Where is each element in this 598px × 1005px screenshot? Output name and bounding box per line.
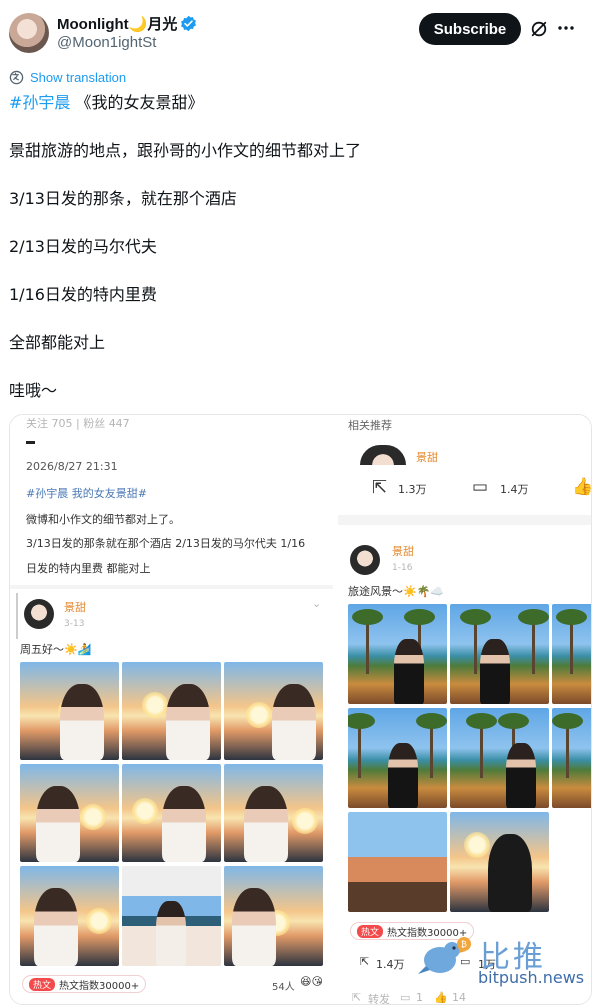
bottom-like-count: 14: [452, 991, 466, 1004]
photo-tile[interactable]: [122, 764, 221, 862]
bottom-comment-count: 1: [416, 991, 423, 1004]
photo-tile[interactable]: [224, 662, 323, 760]
post-caption: 旅途风景～☀️🌴☁️: [348, 585, 445, 598]
post-hashtags[interactable]: #孙宇晨 我的女友景甜#: [26, 485, 147, 501]
photo-tile[interactable]: [122, 662, 221, 760]
comment-icon[interactable]: ▭: [472, 477, 488, 497]
post-date: 1-16: [392, 563, 413, 573]
follow-stats: 关注 705 | 粉丝 447: [26, 417, 130, 430]
tweet-line: 2/13日发的马尔代夫: [9, 237, 157, 256]
stat-1: 1.4万: [376, 958, 405, 971]
bottom-repost-label: 转发: [368, 993, 390, 1005]
photo-tile[interactable]: [20, 764, 119, 862]
author-display-name[interactable]: Moonlight🌙月光: [57, 13, 197, 34]
tweet-line: 景甜旅游的地点，跟孙哥的小作文的细节都对上了: [9, 141, 362, 160]
tweet-line: 1/16日发的特内里费: [9, 285, 157, 304]
post-body-3: 日发的特内里费 都能对上: [26, 562, 151, 575]
share-icon[interactable]: ⇱: [360, 955, 369, 968]
weibo-post-card: 关注 705 | 粉丝 447 2026/8/27 21:31 #孙宇晨 我的女…: [10, 415, 333, 585]
photo-tile[interactable]: [224, 764, 323, 862]
media-image-left[interactable]: 关注 705 | 粉丝 447 2026/8/27 21:31 #孙宇晨 我的女…: [10, 415, 333, 1004]
photo-tile[interactable]: [122, 866, 221, 966]
repost-username[interactable]: 景甜: [64, 599, 86, 615]
like-icon[interactable]: 👍: [434, 991, 448, 1004]
photo-tile[interactable]: [552, 604, 591, 704]
hot-post-badge: 热文 热文指数30000+: [22, 975, 147, 993]
subscribe-button[interactable]: Subscribe: [419, 13, 521, 45]
photo-tile[interactable]: [348, 708, 447, 808]
username[interactable]: 景甜: [392, 543, 414, 559]
recommend-username[interactable]: 景甜: [416, 449, 438, 465]
photo-tile[interactable]: [450, 604, 549, 704]
more-options-icon[interactable]: [556, 18, 576, 38]
likes-count: 54人: [272, 982, 295, 993]
tweet-title-line: #孙宇晨 《我的女友景甜》: [9, 92, 204, 114]
photo-tile[interactable]: [450, 708, 549, 808]
quote-bar: [16, 593, 18, 639]
recommend-header: 相关推荐: [348, 419, 392, 432]
share-count: 1.3万: [398, 483, 427, 496]
grok-icon[interactable]: [530, 20, 548, 38]
post-body-1: 微博和小作文的细节都对上了。: [26, 513, 180, 526]
photo-tile[interactable]: [552, 708, 591, 808]
bitpush-watermark: ₿ 比推 bitpush.news: [418, 930, 598, 992]
svg-text:₿: ₿: [461, 940, 467, 949]
author-avatar[interactable]: [9, 13, 49, 53]
show-translation-link[interactable]: Show translation: [9, 70, 126, 85]
tweet-line: 哇哦～: [9, 381, 58, 400]
repost-avatar[interactable]: [24, 599, 54, 629]
watermark-en: bitpush.news: [478, 968, 585, 987]
verified-badge-icon: [181, 15, 197, 32]
photo-tile[interactable]: [224, 866, 323, 966]
badge-text: 热文指数30000+: [59, 980, 140, 992]
user-avatar[interactable]: [350, 545, 380, 575]
hashtag-link[interactable]: #孙宇晨: [9, 93, 70, 112]
media-image-right[interactable]: 相关推荐 景甜 ⇱ 1.3万 ▭ 1.4万 👍 景甜 1-16 旅途风景～☀️🌴…: [338, 415, 591, 1005]
tweet-title: 《我的女友景甜》: [75, 93, 204, 112]
recommend-avatar[interactable]: [360, 445, 406, 465]
translate-icon: [9, 70, 24, 85]
badge-tag: 热文: [357, 924, 384, 938]
bird-logo-icon: ₿: [418, 937, 471, 974]
repost-date: 3-13: [64, 619, 85, 629]
photo-tile[interactable]: [348, 604, 447, 704]
photo-tile[interactable]: [20, 866, 119, 966]
comment-count: 1.4万: [500, 483, 529, 496]
tweet-line: 3/13日发的那条，就在那个酒店: [9, 189, 237, 208]
photo-tile[interactable]: [450, 812, 549, 912]
reaction-emoji-icon: 😆😘: [300, 975, 323, 988]
post-date: 2026/8/27 21:31: [26, 460, 118, 473]
share-icon[interactable]: ⇱: [372, 477, 387, 498]
chevron-down-icon[interactable]: ⌄: [312, 597, 321, 610]
tweet-header: Moonlight🌙月光 @Moon1ightSt Subscribe: [0, 0, 598, 62]
photo-tile[interactable]: [20, 662, 119, 760]
comment-icon[interactable]: ▭: [400, 991, 410, 1004]
author-handle[interactable]: @Moon1ightSt: [57, 34, 156, 51]
post-body-2: 3/13日发的那条就在那个酒店 2/13日发的马尔代夫 1/16: [26, 537, 306, 550]
badge-tag: 热文: [29, 977, 56, 991]
recommend-card: 相关推荐 景甜 ⇱ 1.3万 ▭ 1.4万 👍: [338, 415, 591, 515]
tweet-line: 全部都能对上: [9, 333, 106, 352]
repost-caption: 周五好～☀️🏄: [20, 643, 92, 656]
display-name-text: Moonlight🌙月光: [57, 16, 178, 33]
like-icon[interactable]: 👍: [572, 477, 591, 497]
tweet-media[interactable]: 关注 705 | 粉丝 447 2026/8/27 21:31 #孙宇晨 我的女…: [9, 414, 592, 1005]
repost-card: 景甜 3-13 ⌄ 周五好～☀️🏄 热文 热文指数30000+ 54人 😆😘: [10, 589, 333, 1004]
username-redacted-bar: [26, 441, 35, 444]
repost-icon[interactable]: ⇱: [352, 991, 361, 1004]
show-translation-label: Show translation: [30, 70, 127, 85]
photo-tile[interactable]: [348, 812, 447, 912]
